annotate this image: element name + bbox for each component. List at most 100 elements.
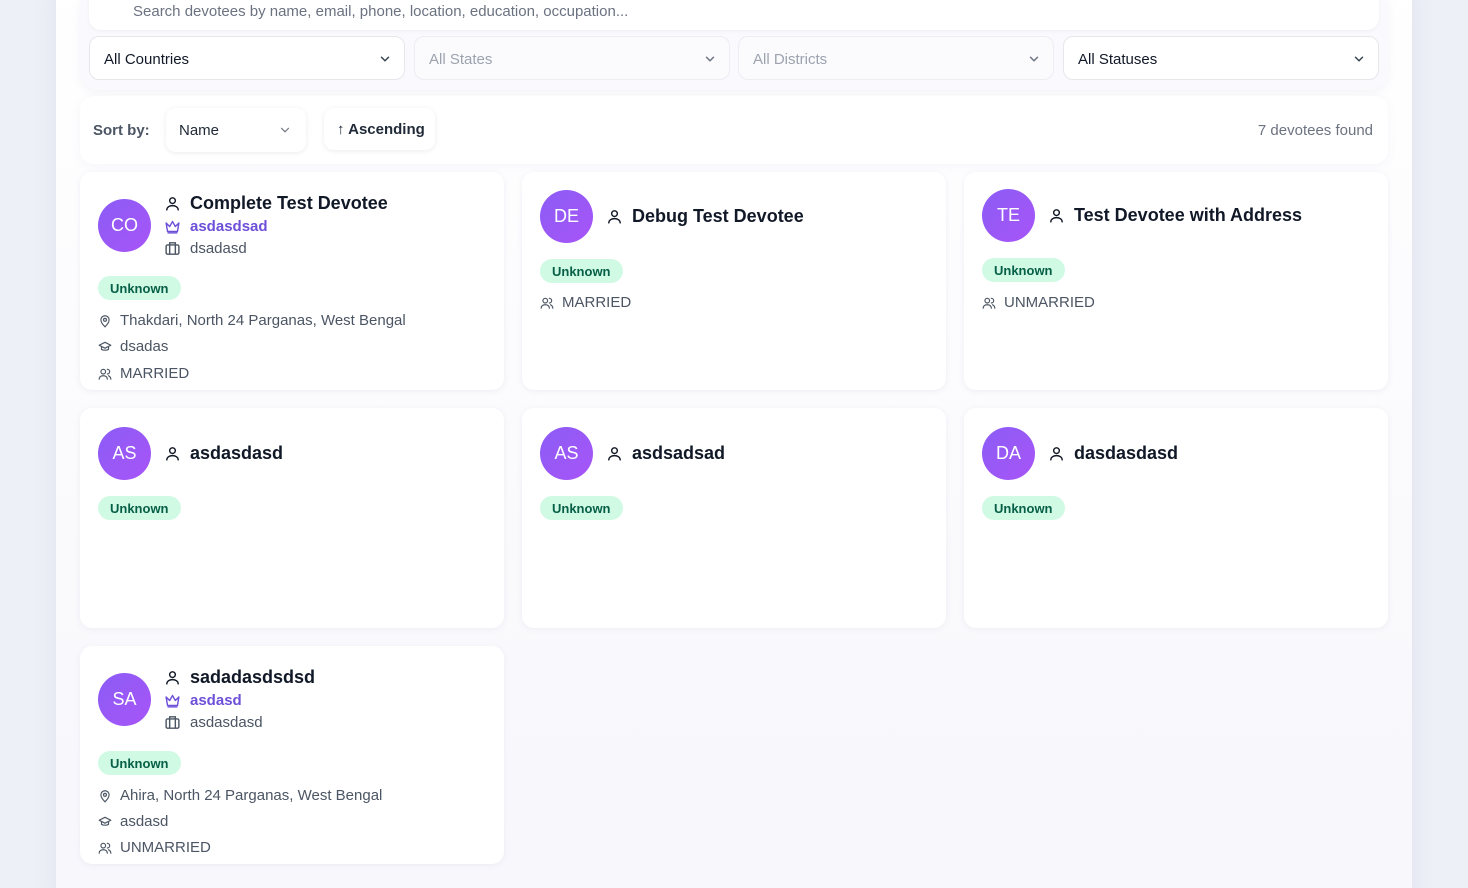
status-badge: Unknown [98, 276, 181, 300]
sort-order-button[interactable]: ↑ Ascending [324, 108, 435, 150]
location: Thakdari, North 24 Parganas, West Bengal [120, 312, 406, 329]
education-row: dsadas [98, 338, 168, 355]
devotee-name: dasdasdasd [1074, 443, 1179, 463]
results-count: 7 devotees found [1257, 122, 1373, 139]
occupation: dsadasd [190, 240, 247, 257]
marital-status: MARRIED [562, 294, 632, 311]
avatar: DA [982, 427, 1035, 480]
devotee-name: sadadasdsdsd [190, 667, 316, 687]
users-icon [98, 842, 112, 854]
sort-label: Sort by: [93, 122, 150, 139]
district-select-value: All Districts [753, 51, 828, 68]
users-icon [982, 297, 996, 309]
devotee-name: Test Devotee with Address [1074, 205, 1303, 225]
graduation-cap-icon [98, 816, 112, 826]
location: Ahira, North 24 Parganas, West Bengal [120, 787, 383, 804]
devotee-name: asdasdasd [190, 443, 284, 463]
user-icon [166, 447, 179, 461]
education: asdasd [120, 813, 169, 830]
state-select-value: All States [429, 51, 493, 68]
devotee-name-row: sadadasdsdsd [164, 667, 315, 688]
sort-field-select[interactable]: Name [166, 108, 306, 152]
occupation-row: dsadasd [164, 240, 247, 257]
user-icon [166, 671, 179, 685]
chevron-down-icon [1354, 56, 1364, 62]
sort-order-label: ↑ Ascending [337, 121, 425, 138]
location-row: Thakdari, North 24 Parganas, West Bengal [98, 312, 406, 329]
district-select[interactable]: All Districts [738, 36, 1054, 80]
status-select-value: All Statuses [1078, 51, 1158, 68]
graduation-cap-icon [98, 341, 112, 351]
search-box[interactable] [89, 0, 1379, 30]
marital-status: UNMARRIED [120, 839, 211, 856]
avatar: AS [540, 427, 593, 480]
devotee-name: Complete Test Devotee [190, 193, 388, 213]
users-icon [98, 368, 112, 380]
user-icon [1050, 209, 1063, 223]
location-row: Ahira, North 24 Parganas, West Bengal [98, 787, 382, 804]
chevron-down-icon [705, 56, 715, 62]
devotee-name-row: Debug Test Devotee [606, 206, 804, 227]
status-badge: Unknown [98, 496, 181, 520]
status-select[interactable]: All Statuses [1063, 36, 1379, 80]
status-badge: Unknown [982, 496, 1065, 520]
crown-icon [165, 694, 180, 708]
devotee-card[interactable]: DA dasdasdasd Unknown [964, 408, 1388, 628]
marital-row: UNMARRIED [982, 294, 1095, 311]
avatar: SA [98, 673, 151, 726]
chevron-down-icon [380, 56, 390, 62]
user-icon [608, 447, 621, 461]
user-icon [608, 210, 621, 224]
devotee-name-row: Test Devotee with Address [1048, 205, 1302, 226]
briefcase-icon [165, 716, 180, 729]
marital-row: UNMARRIED [98, 839, 211, 856]
avatar: DE [540, 190, 593, 243]
spiritual-master-row: asdasdsad [164, 218, 268, 235]
spiritual-master-row: asdasd [164, 692, 242, 709]
education-row: asdasd [98, 813, 168, 830]
spiritual-master: asdasdsad [190, 218, 268, 235]
map-pin-icon [100, 789, 110, 803]
occupation-row: asdasdasd [164, 714, 263, 731]
devotee-card[interactable]: SA sadadasdsdsd asdasd asdasdasd Unknown… [80, 646, 504, 864]
devotee-name-row: Complete Test Devotee [164, 193, 388, 214]
users-icon [540, 297, 554, 309]
devotee-name: asdsadsad [632, 443, 726, 463]
devotee-card[interactable]: CO Complete Test Devotee asdasdsad dsada… [80, 172, 504, 390]
avatar: CO [98, 199, 151, 252]
search-input[interactable] [133, 0, 1333, 22]
status-badge: Unknown [540, 259, 623, 283]
marital-row: MARRIED [98, 365, 189, 382]
chevron-down-icon [1029, 56, 1039, 62]
chevron-down-icon [280, 127, 290, 133]
status-badge: Unknown [540, 496, 623, 520]
devotee-card[interactable]: DE Debug Test Devotee Unknown MARRIED [522, 172, 946, 390]
devotee-card[interactable]: TE Test Devotee with Address Unknown UNM… [964, 172, 1388, 390]
status-badge: Unknown [98, 751, 181, 775]
sort-field-value: Name [179, 122, 220, 139]
avatar: AS [98, 427, 151, 480]
marital-status: UNMARRIED [1004, 294, 1095, 311]
devotee-name-row: dasdasdasd [1048, 443, 1178, 464]
devotee-name: Debug Test Devotee [632, 206, 804, 226]
avatar: TE [982, 189, 1035, 242]
devotee-card[interactable]: AS asdasdasd Unknown [80, 408, 504, 628]
sort-bar: Sort by: Name ↑ Ascending 7 devotees fou… [80, 96, 1388, 164]
briefcase-icon [165, 242, 180, 255]
user-icon [1050, 447, 1063, 461]
crown-icon [165, 220, 180, 234]
status-badge: Unknown [982, 258, 1065, 282]
devotee-name-row: asdsadsad [606, 443, 725, 464]
spiritual-master: asdasd [190, 692, 242, 709]
devotee-card[interactable]: AS asdsadsad Unknown [522, 408, 946, 628]
country-select[interactable]: All Countries [89, 36, 405, 80]
state-select[interactable]: All States [414, 36, 730, 80]
devotee-name-row: asdasdasd [164, 443, 283, 464]
country-select-value: All Countries [104, 51, 190, 68]
marital-row: MARRIED [540, 294, 631, 311]
user-icon [166, 197, 179, 211]
occupation: asdasdasd [190, 714, 263, 731]
marital-status: MARRIED [120, 365, 190, 382]
map-pin-icon [100, 314, 110, 328]
education: dsadas [120, 338, 169, 355]
